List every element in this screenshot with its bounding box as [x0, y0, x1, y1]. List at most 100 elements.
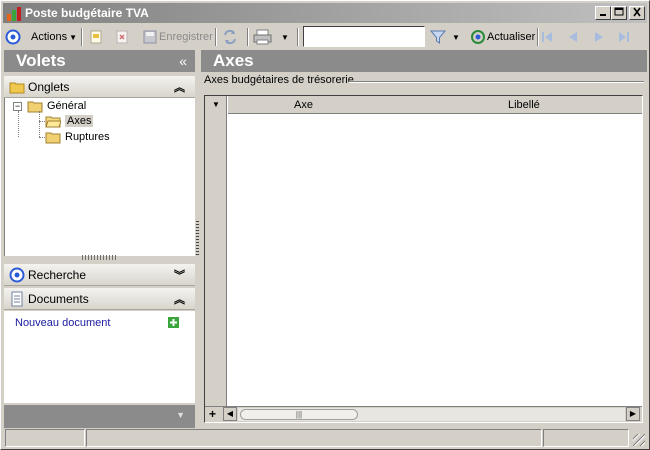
- row-indicator-column: ▼: [205, 96, 227, 406]
- tree-connector: [39, 121, 45, 122]
- scroll-track[interactable]: |||: [238, 408, 625, 421]
- tree-node-ruptures[interactable]: Ruptures: [45, 129, 110, 145]
- last-record-button[interactable]: [616, 27, 632, 47]
- maximize-icon: [614, 7, 624, 16]
- documents-panel: Nouveau document: [4, 311, 195, 403]
- actions-menu-button[interactable]: Actions ▼: [5, 27, 77, 47]
- recherche-section-header[interactable]: Recherche ︾: [4, 264, 195, 286]
- grid-header-row: Axe Libellé: [228, 96, 642, 114]
- refresh-label: Actualiser: [487, 31, 536, 43]
- toolbar-separator: [81, 28, 83, 46]
- scroll-left-button[interactable]: ◀: [223, 407, 237, 421]
- new-document-icon: [90, 30, 102, 44]
- documents-title: Documents: [28, 292, 89, 306]
- print-icon: [253, 29, 272, 45]
- chevron-down-icon[interactable]: ︾: [174, 267, 185, 283]
- previous-icon: [569, 32, 577, 42]
- group-box-line: [349, 81, 644, 83]
- onglets-title: Onglets: [28, 80, 70, 94]
- status-panel: [543, 429, 629, 447]
- previous-record-button[interactable]: [565, 27, 581, 47]
- delete-button[interactable]: [114, 27, 130, 47]
- page-title: Axes: [213, 51, 254, 70]
- minimize-button[interactable]: [595, 6, 611, 20]
- toolbar-separator: [215, 28, 217, 46]
- delete-icon: [116, 30, 128, 44]
- minimize-icon: [600, 14, 606, 16]
- filter-icon: [430, 30, 446, 44]
- onglets-section-header[interactable]: Onglets ︽: [4, 76, 195, 98]
- next-icon: [595, 32, 603, 42]
- status-panel: [86, 429, 542, 447]
- search-input[interactable]: [303, 26, 425, 47]
- first-icon: [542, 32, 552, 42]
- close-icon: [633, 7, 641, 17]
- next-record-button[interactable]: [591, 27, 607, 47]
- vertical-splitter-handle[interactable]: [196, 221, 199, 255]
- document-icon: [11, 291, 23, 307]
- resize-grip[interactable]: [633, 434, 645, 446]
- tree-node-axes[interactable]: Axes: [45, 113, 94, 129]
- maximize-button[interactable]: [611, 6, 627, 20]
- sync-button[interactable]: [221, 27, 239, 47]
- add-row-icon[interactable]: +: [209, 407, 216, 421]
- group-box-title: Axes budgétaires de trésorerie: [204, 74, 357, 86]
- filter-button[interactable]: ▼: [430, 27, 460, 47]
- chevron-down-icon: ▼: [69, 32, 77, 42]
- tree-connector: [18, 111, 19, 137]
- save-icon: [143, 30, 157, 44]
- folder-open-icon: [27, 101, 43, 112]
- folder-open-icon: [45, 116, 61, 127]
- actions-label: Actions: [31, 31, 68, 43]
- pane-footer: ▼: [4, 405, 195, 428]
- chevron-down-icon: ▼: [281, 32, 289, 42]
- save-label: Enregistrer: [159, 31, 213, 43]
- column-header-axe[interactable]: Axe: [294, 99, 313, 111]
- toolbar-separator: [297, 28, 299, 46]
- collapse-pane-icon[interactable]: «: [179, 53, 187, 69]
- volets-header: Volets «: [4, 50, 195, 72]
- scroll-thumb[interactable]: |||: [240, 409, 358, 420]
- new-button[interactable]: [88, 27, 104, 47]
- tree-node-label: Ruptures: [65, 131, 110, 143]
- print-button[interactable]: ▼: [253, 27, 289, 47]
- first-record-button[interactable]: [539, 27, 555, 47]
- chevron-down-icon: ▼: [452, 32, 460, 42]
- collapse-node-icon[interactable]: −: [13, 102, 22, 111]
- application-window: Poste budgétaire TVA Actions ▼ Enregistr…: [0, 0, 650, 450]
- tree-view: − Général Axes Ruptures: [4, 98, 195, 256]
- new-document-link[interactable]: Nouveau document: [15, 317, 110, 329]
- chevron-down-icon[interactable]: ▼: [176, 410, 185, 420]
- main-header: Axes: [201, 50, 647, 72]
- title-bar[interactable]: Poste budgétaire TVA: [3, 3, 647, 23]
- horizontal-scrollbar[interactable]: + ◀ ||| ▶: [205, 406, 642, 422]
- tree-connector: [39, 111, 40, 137]
- add-icon[interactable]: [168, 317, 179, 328]
- folder-icon: [45, 132, 61, 143]
- column-header-libelle[interactable]: Libellé: [508, 99, 540, 111]
- data-grid[interactable]: ▼ Axe Libellé + ◀ ||| ▶: [204, 95, 643, 423]
- recherche-title: Recherche: [28, 268, 87, 282]
- window-title: Poste budgétaire TVA: [25, 6, 149, 20]
- scroll-right-button[interactable]: ▶: [626, 407, 640, 421]
- documents-section-header[interactable]: Documents ︽: [4, 288, 195, 310]
- toolbar-separator: [247, 28, 249, 46]
- actions-icon: [5, 29, 21, 45]
- chevron-up-icon[interactable]: ︽: [174, 291, 185, 307]
- tree-connector: [39, 137, 45, 138]
- app-logo-icon: [7, 7, 21, 21]
- search-icon: [9, 267, 25, 283]
- refresh-button[interactable]: Actualiser: [470, 27, 535, 47]
- left-pane: Volets « Onglets ︽ − Général Axes Ruptur…: [4, 50, 195, 428]
- column-chooser-icon[interactable]: ▼: [205, 96, 227, 114]
- tree-node-label: Axes: [65, 115, 94, 127]
- section-splitter-handle[interactable]: [82, 255, 118, 260]
- tree-node-label: Général: [47, 100, 87, 112]
- chevron-up-icon[interactable]: ︽: [174, 79, 185, 95]
- folder-icon: [9, 82, 25, 94]
- tree-node-general[interactable]: − Général: [5, 98, 185, 114]
- close-button[interactable]: [629, 6, 645, 20]
- status-bar: [3, 429, 647, 447]
- sync-icon: [224, 29, 236, 45]
- save-button[interactable]: Enregistrer: [142, 27, 213, 47]
